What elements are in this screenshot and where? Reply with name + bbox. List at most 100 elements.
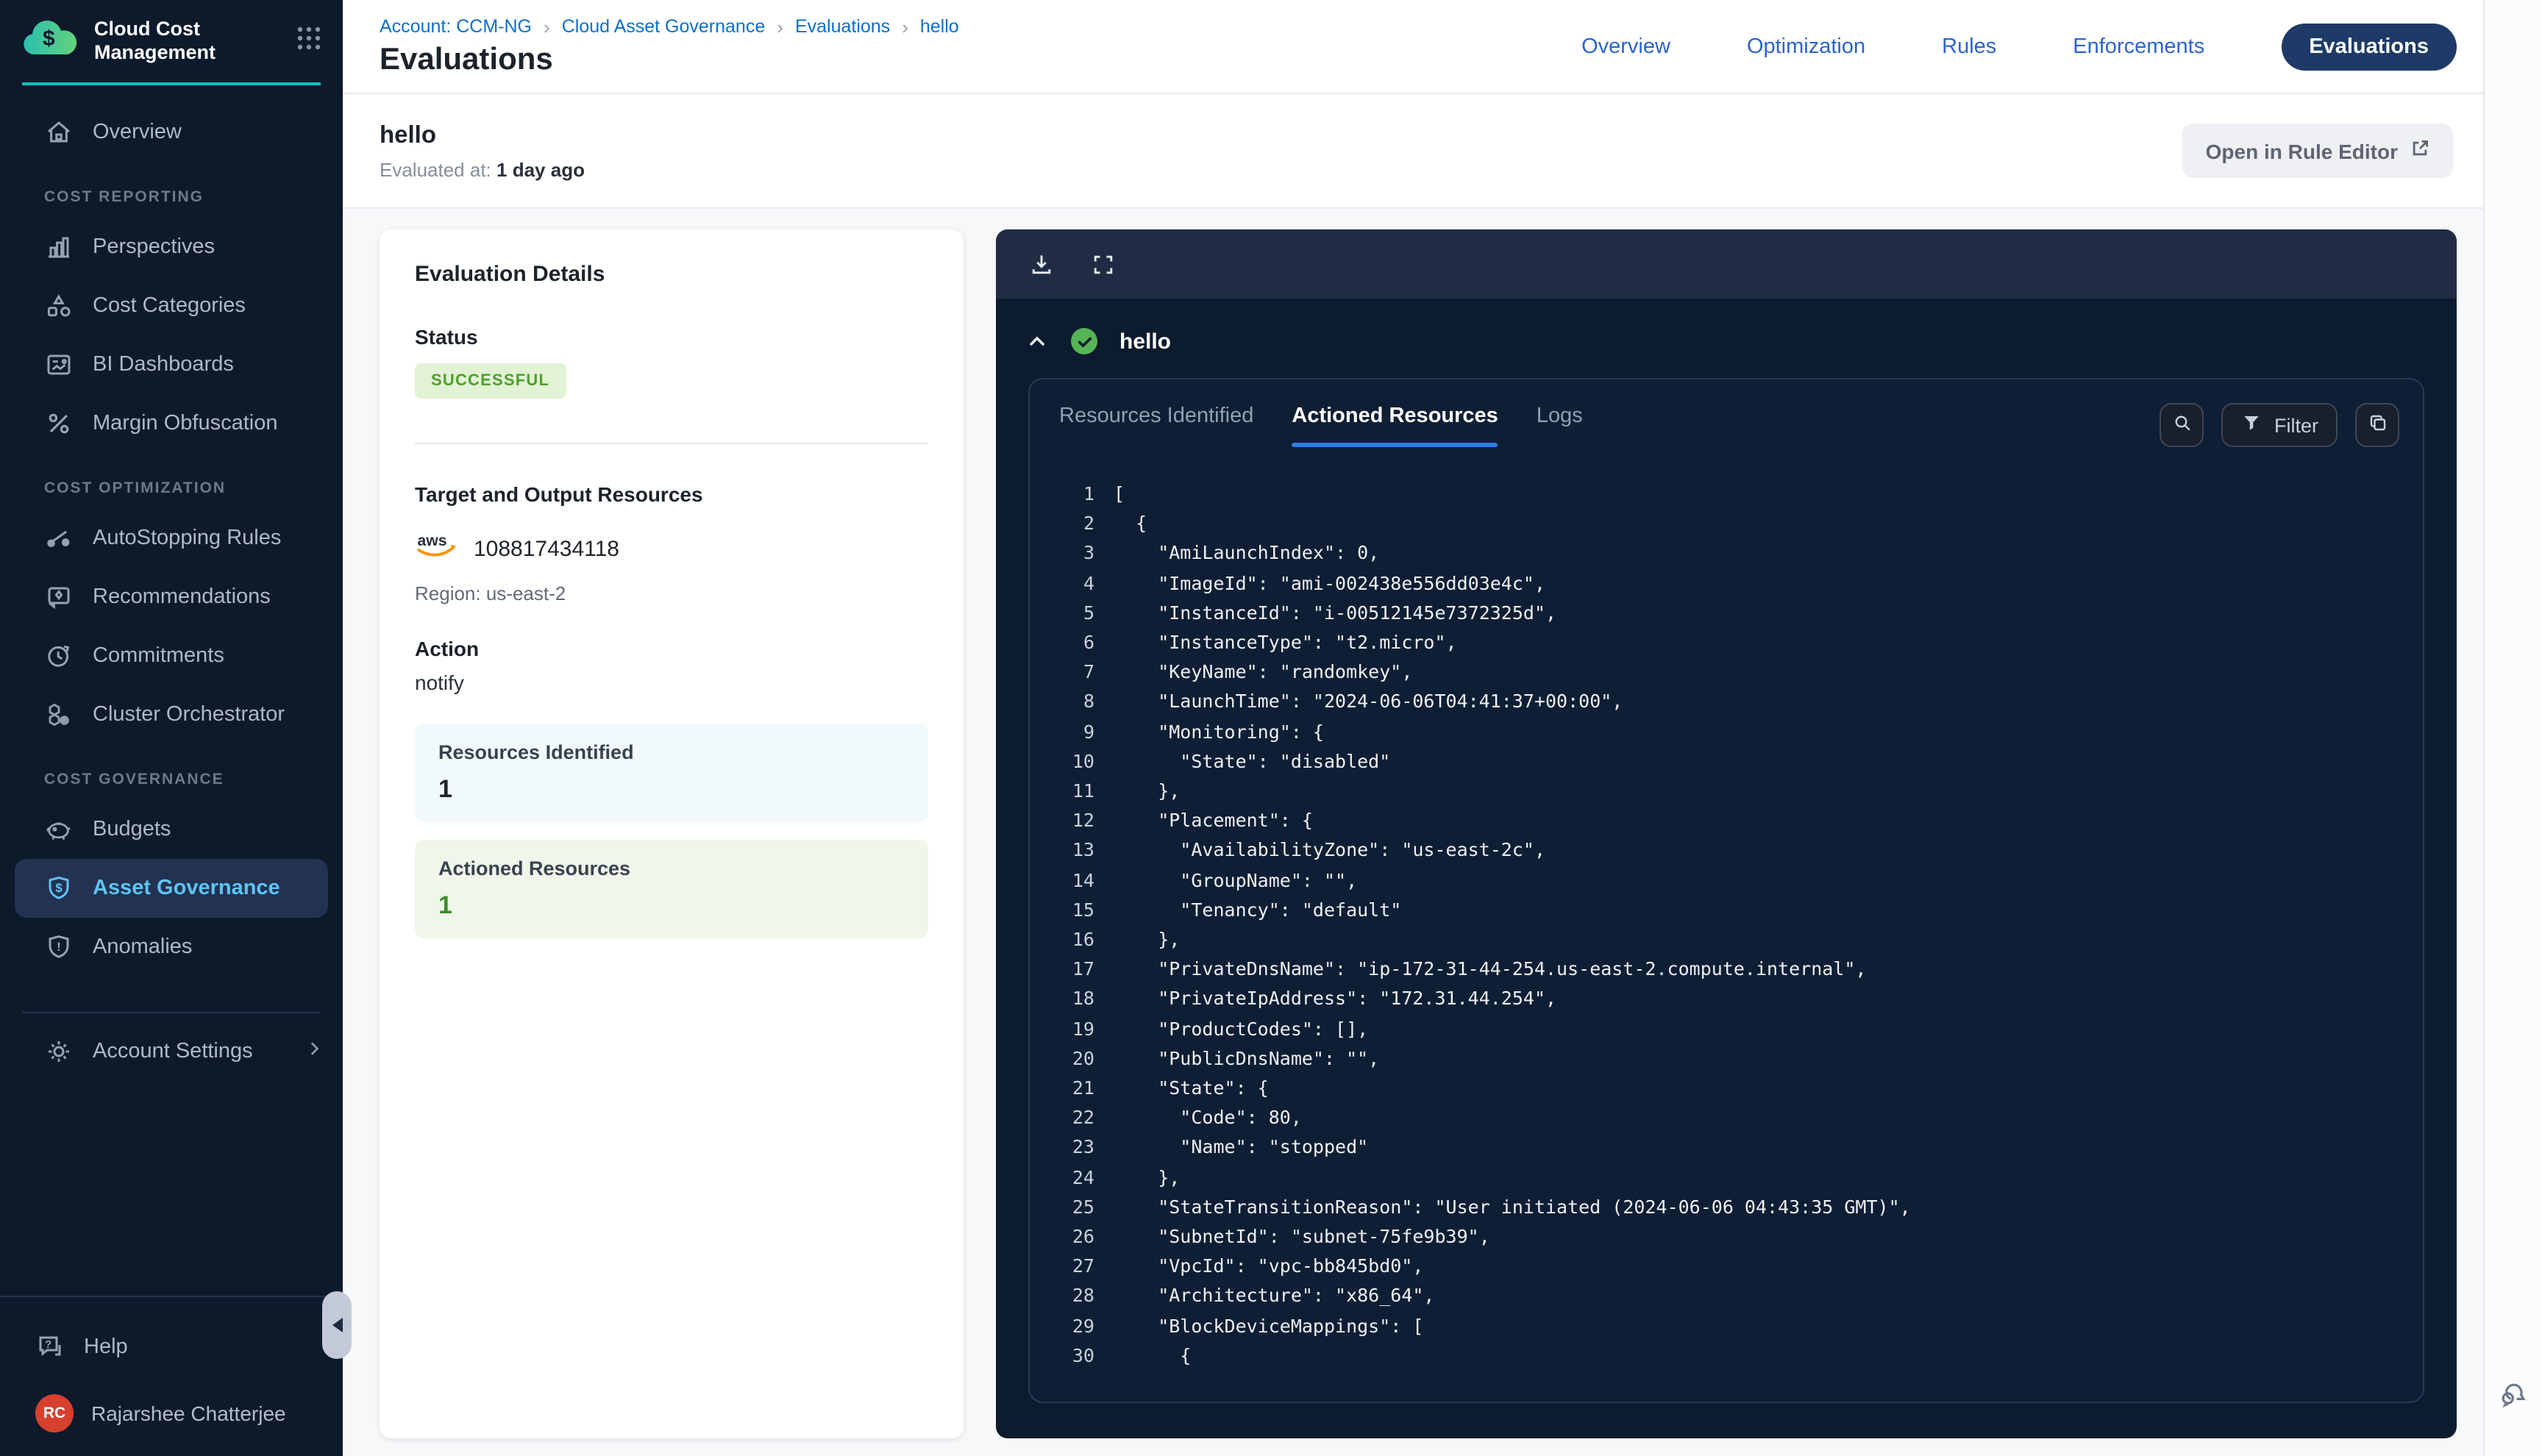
line-content: "State": "disabled" <box>1094 747 1390 777</box>
avatar: RC <box>35 1394 74 1432</box>
sidebar-item[interactable]: BI Dashboards <box>0 335 343 394</box>
line-number: 5 <box>1065 599 1094 628</box>
breadcrumb-link[interactable]: Evaluations <box>795 16 890 37</box>
status-label: Status <box>415 325 928 349</box>
sidebar-item-label: Recommendations <box>93 585 271 609</box>
sidebar-collapse-handle[interactable] <box>322 1291 352 1359</box>
code-line: 6 "InstanceType": "t2.micro", <box>1065 628 2408 657</box>
line-number: 12 <box>1065 806 1094 835</box>
code-line: 1 [ <box>1065 479 2408 509</box>
actioned-resources-count: 1 <box>438 891 905 921</box>
top-nav-link[interactable]: Enforcements <box>2073 35 2204 58</box>
brand-title: Cloud Cost Management <box>94 18 281 65</box>
line-content: "PrivateIpAddress": "172.31.44.254", <box>1094 985 1556 1014</box>
nav-group: COST OPTIMIZATION AutoStopping Rules <box>0 453 343 744</box>
line-number: 6 <box>1065 628 1094 657</box>
download-icon[interactable] <box>1028 251 1055 277</box>
code-line: 19 "ProductCodes": [], <box>1065 1014 2408 1043</box>
nav-group: COST GOVERNANCE Budgets $ <box>0 744 343 977</box>
filter-button[interactable]: Filter <box>2221 403 2338 447</box>
line-number: 7 <box>1065 657 1094 687</box>
breadcrumb-link[interactable]: hello <box>920 16 959 37</box>
line-content: "AvailabilityZone": "us-east-2c", <box>1094 836 1545 866</box>
line-content: "PrivateDnsName": "ip-172-31-44-254.us-e… <box>1094 955 1867 985</box>
app: $ Cloud Cost Management <box>0 0 2542 1456</box>
code-line: 22 "Code": 80, <box>1065 1104 2408 1133</box>
line-number: 14 <box>1065 866 1094 895</box>
chevron-up-icon[interactable] <box>1025 329 1049 353</box>
top-nav: Overview Optimization Rules Enforcements… <box>1581 23 2457 70</box>
sidebar-item[interactable]: Cost Categories <box>0 276 343 335</box>
line-content: "ProductCodes": [], <box>1094 1014 1368 1043</box>
code-viewer[interactable]: 1 [ 2 { 3 "AmiLaunchIndex": <box>1030 447 2423 1402</box>
copy-button[interactable] <box>2355 403 2399 447</box>
breadcrumb-link[interactable]: Cloud Asset Governance <box>562 16 766 37</box>
top-nav-active-pill[interactable]: Evaluations <box>2281 23 2457 70</box>
breadcrumb-separator: › <box>777 15 783 38</box>
line-content: }, <box>1094 777 1180 806</box>
sidebar-item-label: AutoStopping Rules <box>93 527 281 550</box>
tab[interactable]: Logs <box>1537 404 1583 446</box>
search-button[interactable] <box>2160 403 2204 447</box>
line-content: "VpcId": "vpc-bb845bd0", <box>1094 1252 1423 1282</box>
sidebar-item-label: Help <box>84 1335 128 1359</box>
copy-icon <box>2366 412 2388 438</box>
line-number: 18 <box>1065 985 1094 1014</box>
sidebar-item-label: Margin Obfuscation <box>93 412 277 435</box>
module-grid-icon[interactable] <box>296 24 322 58</box>
sidebar-item[interactable]: Overview <box>0 103 343 162</box>
nav-group-header: COST OPTIMIZATION <box>0 453 343 509</box>
code-line: 24 }, <box>1065 1163 2408 1192</box>
sidebar-item-help[interactable]: ? Help <box>0 1318 343 1377</box>
line-content: "InstanceType": "t2.micro", <box>1094 628 1457 657</box>
code-line: 15 "Tenancy": "default" <box>1065 896 2408 925</box>
sidebar-item[interactable]: AutoStopping Rules <box>0 509 343 568</box>
sidebar-item-label: Perspectives <box>93 235 215 259</box>
code-line: 16 }, <box>1065 925 2408 954</box>
search-icon <box>2171 412 2193 438</box>
top-nav-link[interactable]: Optimization <box>1747 35 1865 58</box>
user-row[interactable]: RC Rajarshee Chatterjee <box>0 1377 343 1456</box>
sidebar-item[interactable]: Commitments <box>0 627 343 685</box>
sidebar-item-account-settings[interactable]: Account Settings <box>0 1022 343 1081</box>
filter-funnel-icon <box>2240 412 2262 438</box>
evaluated-at-value: 1 day ago <box>496 158 585 180</box>
line-content: "Name": "stopped" <box>1094 1133 1368 1163</box>
line-number: 13 <box>1065 836 1094 866</box>
code-line: 7 "KeyName": "randomkey", <box>1065 657 2408 687</box>
line-number: 8 <box>1065 688 1094 717</box>
sidebar-item[interactable]: Perspectives <box>0 218 343 276</box>
code-line: 13 "AvailabilityZone": "us-east-2c", <box>1065 836 2408 866</box>
viewer-toolbar <box>996 229 2457 299</box>
code-line: 25 "StateTransitionReason": "User initia… <box>1065 1193 2408 1222</box>
target-label: Target and Output Resources <box>415 482 928 506</box>
code-line: 3 "AmiLaunchIndex": 0, <box>1065 539 2408 568</box>
line-content: "LaunchTime": "2024-06-06T04:41:37+00:00… <box>1094 688 1623 717</box>
line-content: "Code": 80, <box>1094 1104 1302 1133</box>
sidebar-item[interactable]: Margin Obfuscation <box>0 394 343 453</box>
sidebar-item[interactable]: ! Anomalies <box>0 918 343 977</box>
cloud-cost-logo-icon: $ <box>21 18 79 65</box>
cluster-hexagons-icon <box>44 700 74 729</box>
fullscreen-icon[interactable] <box>1090 251 1117 277</box>
feedback-chat-icon[interactable] <box>2497 1378 2529 1418</box>
open-in-rule-editor-button[interactable]: Open in Rule Editor <box>2182 124 2454 178</box>
line-number: 15 <box>1065 896 1094 925</box>
line-content: "StateTransitionReason": "User initiated… <box>1094 1193 1911 1222</box>
run-name: hello <box>1119 329 1171 354</box>
sidebar-item[interactable]: $ Asset Governance <box>15 859 328 918</box>
tab[interactable]: Actioned Resources <box>1292 404 1498 446</box>
sidebar-item[interactable]: Budgets <box>0 800 343 859</box>
top-nav-link[interactable]: Rules <box>1942 35 1996 58</box>
sidebar-item[interactable]: Cluster Orchestrator <box>0 685 343 744</box>
line-number: 17 <box>1065 955 1094 985</box>
line-content: }, <box>1094 1163 1180 1192</box>
tab[interactable]: Resources Identified <box>1059 404 1253 446</box>
line-content: "Monitoring": { <box>1094 717 1324 746</box>
breadcrumb-link[interactable]: Account: CCM-NG <box>380 16 532 37</box>
sidebar-item[interactable]: Recommendations <box>0 568 343 627</box>
top-nav-link[interactable]: Overview <box>1581 35 1670 58</box>
svg-text:$: $ <box>43 26 55 51</box>
sidebar-item-label: Account Settings <box>93 1040 253 1063</box>
viewer-card: Resources Identified Actioned Resources … <box>1028 378 2424 1403</box>
